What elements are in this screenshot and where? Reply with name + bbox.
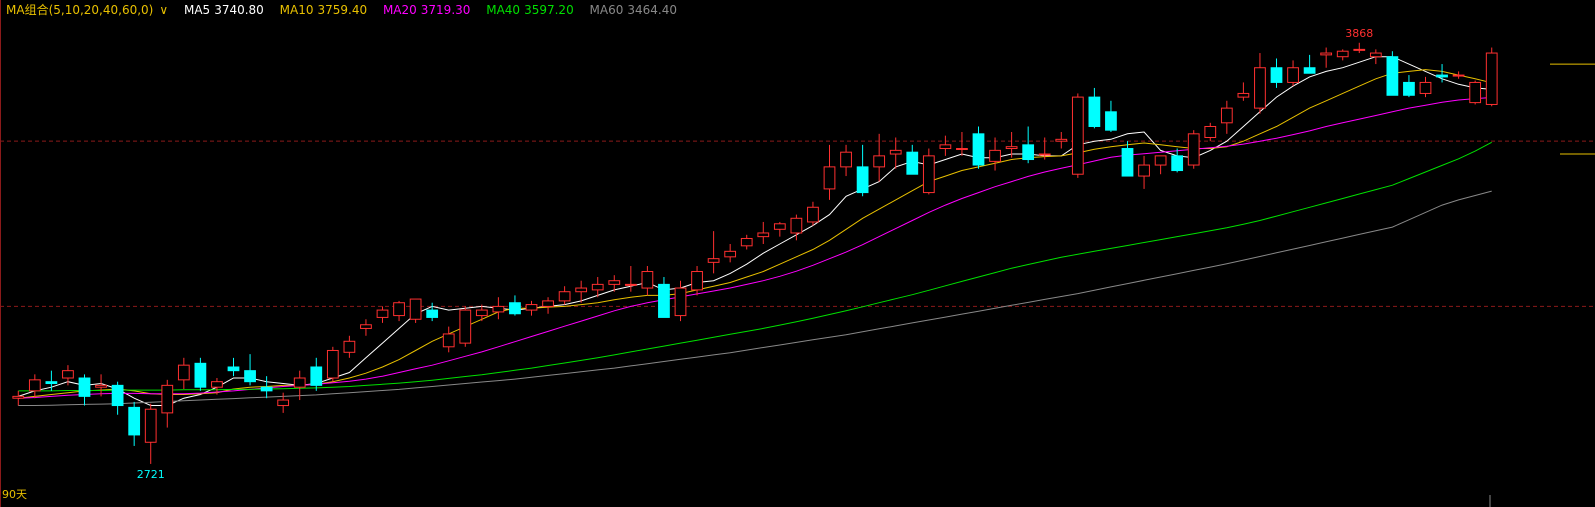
- candle-up: [525, 304, 538, 311]
- candle-up: [442, 333, 455, 348]
- candle-up: [724, 250, 737, 258]
- candle-up: [1005, 146, 1018, 150]
- ma-line-ma5: [18, 56, 1492, 406]
- candle-up: [773, 223, 786, 230]
- candle-down: [78, 377, 91, 397]
- candle-up: [790, 217, 803, 234]
- max-price-label: 3868: [1345, 27, 1373, 40]
- candle-up: [873, 155, 886, 168]
- candle-up: [1220, 107, 1233, 124]
- candle-down: [1386, 56, 1399, 96]
- candle-up: [922, 155, 935, 194]
- candle-down: [45, 381, 58, 385]
- candle-up: [608, 280, 621, 285]
- candle-down: [1270, 67, 1283, 83]
- candle-up: [542, 300, 554, 307]
- candle-up: [624, 283, 637, 286]
- candle-down: [856, 166, 869, 194]
- candle-up: [1071, 96, 1084, 175]
- candle-up: [740, 237, 753, 247]
- candle-down: [111, 384, 124, 407]
- candle-up: [757, 232, 770, 238]
- ma-line-ma60: [18, 190, 1492, 406]
- candle-up: [823, 166, 836, 190]
- candle-up: [360, 324, 372, 329]
- candle-up: [1320, 52, 1333, 56]
- candle-up: [1055, 138, 1068, 142]
- candlestick-chart[interactable]: MA组合(5,10,20,40,60,0) ∨ MA5 3740.80 MA10 37…: [0, 0, 1595, 507]
- price-plot-area[interactable]: 3868 2721: [0, 0, 1595, 507]
- candle-down: [1171, 155, 1184, 172]
- candle-up: [277, 399, 290, 407]
- candle-down: [244, 370, 256, 383]
- candle-up: [956, 148, 968, 151]
- candle-up: [1287, 67, 1299, 83]
- candle-up: [492, 305, 505, 313]
- candle-up: [591, 283, 604, 291]
- candle-down: [509, 302, 521, 315]
- candle-up: [28, 379, 41, 392]
- candle-up: [1254, 67, 1266, 109]
- candle-down: [906, 151, 919, 175]
- candle-up: [691, 271, 703, 291]
- candle-up: [575, 287, 588, 293]
- candle-down: [227, 366, 240, 372]
- candle-up: [1353, 48, 1366, 51]
- candle-up: [12, 395, 25, 399]
- candle-up: [293, 377, 306, 388]
- candle-up: [989, 149, 1001, 162]
- candle-up: [95, 384, 107, 388]
- candle-up: [1138, 164, 1150, 177]
- candle-up: [641, 271, 654, 289]
- candle-up: [939, 144, 952, 150]
- ma-line-ma20: [18, 97, 1492, 399]
- candle-up: [840, 151, 852, 168]
- candle-down: [426, 309, 439, 318]
- candle-down: [260, 386, 273, 392]
- candle-up: [1154, 155, 1167, 166]
- candle-up: [1237, 92, 1250, 98]
- candle-up: [475, 309, 488, 317]
- candle-up: [343, 340, 356, 353]
- candle-down: [194, 362, 207, 388]
- candle-up: [409, 298, 422, 320]
- candle-up: [1419, 81, 1432, 94]
- range-days-label: 90天: [2, 488, 27, 501]
- candle-down: [310, 366, 323, 386]
- min-price-label: 2721: [137, 468, 165, 481]
- candle-up: [1187, 133, 1200, 166]
- candle-down: [1022, 144, 1035, 161]
- candle-up: [62, 370, 74, 379]
- candle-up: [707, 258, 720, 263]
- candle-up: [376, 309, 389, 318]
- candle-up: [144, 408, 157, 443]
- candle-down: [658, 283, 670, 318]
- candle-down: [972, 133, 985, 166]
- candle-up: [1485, 52, 1498, 105]
- candle-down: [1403, 81, 1415, 96]
- candle-up: [1336, 50, 1349, 58]
- candle-up: [558, 291, 571, 302]
- candle-up: [1369, 52, 1382, 58]
- candle-down: [1088, 96, 1101, 127]
- candle-down: [1105, 111, 1117, 131]
- candle-up: [211, 381, 223, 388]
- ma-line-ma40: [18, 141, 1492, 392]
- candle-up: [1452, 74, 1465, 77]
- candle-down: [1436, 74, 1448, 78]
- candle-down: [1303, 67, 1316, 74]
- candle-up: [674, 287, 687, 317]
- candle-up: [161, 384, 174, 414]
- candle-down: [1121, 148, 1134, 177]
- candle-up: [459, 309, 472, 344]
- candle-up: [326, 349, 339, 379]
- candle-up: [393, 302, 405, 317]
- candle-up: [177, 364, 190, 381]
- candle-up: [889, 149, 902, 155]
- candle-up: [1469, 81, 1482, 104]
- candle-down: [128, 406, 141, 436]
- candle-up: [1038, 153, 1051, 156]
- candle-up: [1204, 125, 1217, 138]
- candle-up: [807, 206, 819, 223]
